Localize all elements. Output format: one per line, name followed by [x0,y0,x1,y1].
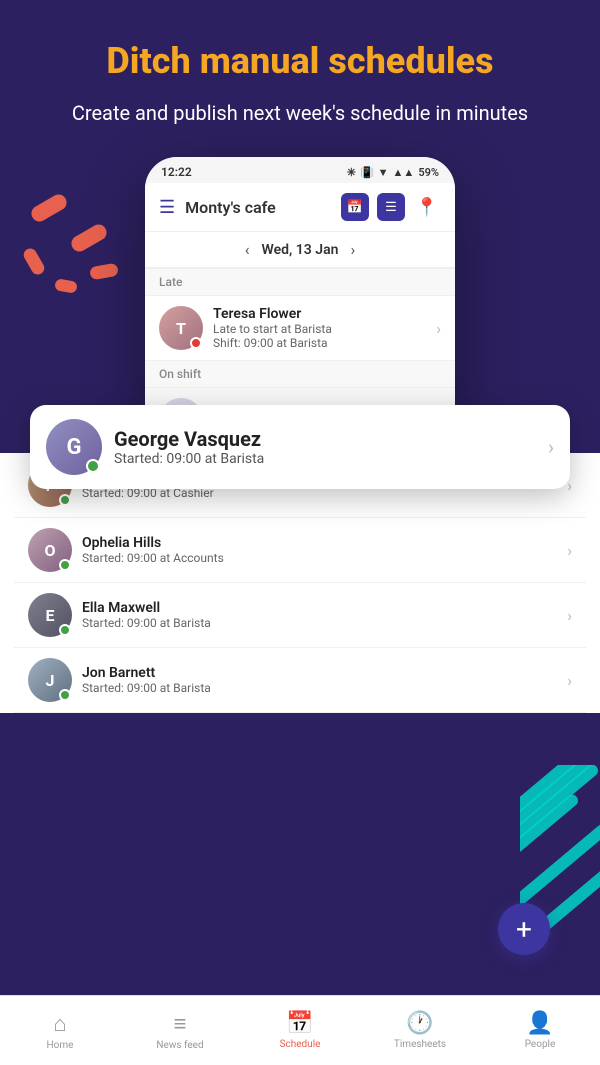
next-date-arrow[interactable]: › [350,240,355,259]
people-icon: 👤 [526,1011,553,1036]
hamburger-icon[interactable]: ☰ [159,197,175,218]
jon-list-item[interactable]: J Jon Barnett Started: 09:00 at Barista … [14,648,586,713]
jon-chevron: › [567,671,572,690]
george-name: George Vasquez [114,427,536,451]
ella-list-item[interactable]: E Ella Maxwell Started: 09:00 at Barista… [14,583,586,648]
app-header-left: ☰ Monty's cafe [159,197,276,218]
bluetooth-icon: ✳ [347,166,356,179]
nav-label-newsfeed: News feed [156,1040,203,1051]
ophelia-status-dot [59,559,71,571]
app-header: ☰ Monty's cafe 📅 ☰ 📍 [145,183,455,232]
nav-label-home: Home [47,1040,74,1051]
vibrate-icon: 📳 [360,166,374,179]
jon-status-dot [59,689,71,701]
location-icon-btn[interactable]: 📍 [413,193,441,221]
hero-subtitle: Create and publish next week's schedule … [30,99,570,127]
bottom-nav: ⌂ Home ≡ News feed 📅 Schedule 🕐 Timeshee… [0,995,600,1065]
ophelia-name: Ophelia Hills [82,535,557,551]
calendar-icon: 📅 [347,200,363,215]
teresa-avatar-wrap: T [159,306,203,350]
ella-name: Ella Maxwell [82,600,557,616]
ophelia-sub: Started: 09:00 at Accounts [82,551,557,565]
ophelia-chevron: › [567,541,572,560]
hero-section: Ditch manual schedules Create and publis… [0,0,600,147]
george-card[interactable]: G George Vasquez Started: 09:00 at Baris… [30,405,570,489]
nav-label-people: People [525,1039,556,1050]
fab-plus-icon: + [516,913,532,946]
ophelia-info: Ophelia Hills Started: 09:00 at Accounts [82,535,557,565]
teresa-chevron: › [436,319,441,338]
late-section-label: Late [145,269,455,296]
list-item[interactable]: T Teresa Flower Late to start at Barista… [145,296,455,361]
header-icons: 📅 ☰ 📍 [341,193,441,221]
teresa-info: Teresa Flower Late to start at Barista S… [213,306,426,350]
timesheets-icon: 🕐 [406,1011,433,1036]
ella-info: Ella Maxwell Started: 09:00 at Barista [82,600,557,630]
prev-date-arrow[interactable]: ‹ [245,240,250,259]
nav-item-timesheets[interactable]: 🕐 Timesheets [360,1003,480,1058]
jon-name: Jon Barnett [82,665,557,681]
lower-employee-list: F Flora Porter Started: 09:00 at Cashier… [0,453,600,713]
status-bar: 12:22 ✳ 📳 ▼ ▲▲ 59% [145,157,455,183]
george-chevron: › [548,435,554,459]
nav-item-people[interactable]: 👤 People [480,1003,600,1058]
ella-status-dot [59,624,71,636]
pin-icon: 📍 [416,197,438,218]
ella-sub: Started: 09:00 at Barista [82,616,557,630]
schedule-icon: 📅 [286,1011,313,1036]
list-icon: ☰ [385,200,397,215]
newsfeed-icon: ≡ [174,1011,187,1037]
app-title: Monty's cafe [185,198,276,217]
signal-icon: ▲▲ [393,166,415,179]
date-nav: ‹ Wed, 13 Jan › [145,232,455,269]
nav-item-home[interactable]: ⌂ Home [0,1003,120,1059]
status-icons: ✳ 📳 ▼ ▲▲ 59% [347,166,439,179]
teresa-sub2: Shift: 09:00 at Barista [213,336,426,350]
jon-avatar-wrap: J [28,658,72,702]
battery-icon: 59% [418,166,439,179]
current-date: Wed, 13 Jan [262,242,339,258]
george-info: George Vasquez Started: 09:00 at Barista [114,427,536,467]
flora-status-dot [59,494,71,506]
ella-chevron: › [567,606,572,625]
home-icon: ⌂ [53,1011,66,1037]
jon-info: Jon Barnett Started: 09:00 at Barista [82,665,557,695]
george-status-dot [86,459,100,473]
ophelia-avatar-wrap: O [28,528,72,572]
calendar-icon-btn[interactable]: 📅 [341,193,369,221]
on-shift-section-label: On shift [145,361,455,388]
ophelia-list-item[interactable]: O Ophelia Hills Started: 09:00 at Accoun… [14,518,586,583]
teresa-name: Teresa Flower [213,306,426,322]
fab-button[interactable]: + [498,903,550,955]
hero-title: Ditch manual schedules [30,40,570,83]
nav-item-schedule[interactable]: 📅 Schedule [240,1003,360,1058]
list-icon-btn[interactable]: ☰ [377,193,405,221]
nav-item-newsfeed[interactable]: ≡ News feed [120,1003,240,1059]
wifi-icon: ▼ [378,166,389,179]
nav-label-timesheets: Timesheets [394,1039,446,1050]
nav-label-schedule: Schedule [280,1039,321,1050]
ella-avatar-wrap: E [28,593,72,637]
teresa-sub1: Late to start at Barista [213,322,426,336]
status-time: 12:22 [161,165,192,179]
jon-sub: Started: 09:00 at Barista [82,681,557,695]
george-sub: Started: 09:00 at Barista [114,451,536,467]
teresa-status-dot [190,337,202,349]
